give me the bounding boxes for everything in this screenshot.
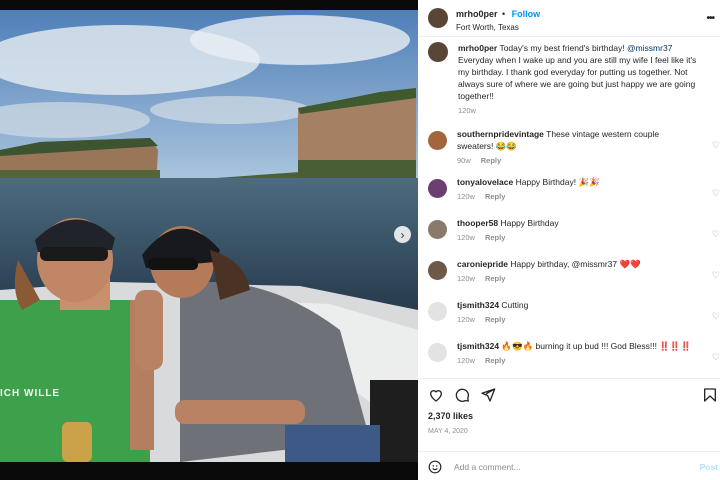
heart-icon[interactable]: ♡: [712, 188, 720, 199]
avatar[interactable]: [428, 8, 448, 28]
comment-time: 120w: [457, 192, 475, 201]
avatar[interactable]: [428, 42, 448, 62]
caption-body: mrho0per Today's my best friend's birthd…: [458, 42, 708, 117]
reply-button[interactable]: Reply: [485, 233, 505, 242]
comment-time: 120w: [457, 274, 475, 283]
caption-text: Today's my best friend's birthday!: [499, 43, 625, 53]
post-photo[interactable]: ICH WILLE ›: [0, 0, 418, 480]
avatar[interactable]: [428, 179, 447, 198]
share-icon[interactable]: [480, 387, 496, 403]
avatar[interactable]: [428, 131, 447, 150]
header-separator: •: [501, 9, 506, 20]
post-caption: mrho0per Today's my best friend's birthd…: [428, 42, 712, 117]
heart-icon[interactable]: ♡: [712, 229, 720, 240]
post-header: mrho0per • Follow Fort Worth, Texas •••: [418, 0, 720, 37]
comment-username[interactable]: tjsmith324: [457, 341, 499, 351]
smiley-icon[interactable]: [428, 460, 442, 474]
caption-username[interactable]: mrho0per: [458, 43, 497, 53]
post-actions: 2,370 likes MAY 4, 2020 Post: [418, 378, 720, 480]
comment-emoji: ‼️‼️‼️: [659, 341, 692, 351]
comment-username[interactable]: tonyalovelace: [457, 177, 513, 187]
comment-text: Happy Birthday: [500, 218, 559, 228]
photo-image: [0, 0, 418, 480]
avatar[interactable]: [428, 343, 447, 362]
reply-button[interactable]: Reply: [485, 192, 505, 201]
heart-icon[interactable]: ♡: [712, 311, 720, 322]
header-text: mrho0per • Follow Fort Worth, Texas: [456, 4, 540, 32]
action-icons: [428, 387, 496, 403]
comment-text: Cutting: [501, 300, 529, 310]
comment-emoji: 🎉🎉: [578, 177, 600, 187]
likes-count[interactable]: 2,370 likes: [428, 411, 473, 421]
comment-emoji: ❤️❤️: [619, 259, 641, 269]
comment-username[interactable]: tjsmith324: [457, 300, 499, 310]
comment-username[interactable]: caroniepride: [457, 259, 508, 269]
reply-button[interactable]: Reply: [485, 315, 505, 324]
reply-button[interactable]: Reply: [481, 156, 501, 165]
comment-time: 120w: [457, 356, 475, 365]
header-username[interactable]: mrho0per: [456, 9, 498, 19]
comment-list: southernpridevintage These vintage weste…: [428, 128, 720, 381]
heart-icon[interactable]: ♡: [712, 140, 720, 151]
list-item: thooper58 Happy Birthday 120w Reply ♡: [428, 217, 720, 258]
list-item: tjsmith324 Cutting 120w Reply ♡: [428, 299, 720, 340]
more-horizontal-icon[interactable]: •••: [706, 13, 714, 24]
caption-mention[interactable]: @missmr37: [627, 43, 672, 53]
heart-icon[interactable]: ♡: [712, 352, 720, 363]
avatar[interactable]: [428, 220, 447, 239]
comment-time: 120w: [457, 233, 475, 242]
list-item: tonyalovelace Happy Birthday! 🎉🎉 120w Rep…: [428, 176, 720, 217]
heart-icon[interactable]: [428, 387, 444, 403]
comment-icon[interactable]: [454, 387, 470, 403]
comment-username[interactable]: southernpridevintage: [457, 129, 544, 139]
post-date: MAY 4, 2020: [428, 428, 468, 435]
reply-button[interactable]: Reply: [485, 356, 505, 365]
header-location[interactable]: Fort Worth, Texas: [456, 23, 540, 32]
comment-time: 90w: [457, 156, 471, 165]
post-button[interactable]: Post: [700, 462, 718, 472]
heart-icon[interactable]: ♡: [712, 270, 720, 281]
post-side-panel: mrho0per • Follow Fort Worth, Texas ••• …: [418, 0, 720, 480]
comment-text: Happy birthday, @missmr37: [510, 259, 618, 269]
comment-emoji: 😂😂: [495, 141, 517, 151]
list-item: tjsmith324 🔥😎🔥 burning it up bud !!! God…: [428, 340, 720, 381]
add-comment-bar: Post: [418, 451, 720, 480]
comment-text: Happy Birthday!: [515, 177, 577, 187]
comment-time: 120w: [457, 315, 475, 324]
caption-time: 120w: [458, 106, 476, 115]
avatar[interactable]: [428, 302, 447, 321]
bookmark-icon[interactable]: [702, 387, 718, 403]
list-item: southernpridevintage These vintage weste…: [428, 128, 720, 176]
avatar[interactable]: [428, 261, 447, 280]
list-item: caroniepride Happy birthday, @missmr37 ❤…: [428, 258, 720, 299]
caption-text-2: Everyday when I wake up and you are stil…: [458, 55, 697, 101]
follow-button[interactable]: Follow: [512, 9, 541, 19]
comment-text: 🔥😎🔥 burning it up bud !!! God Bless!!!: [501, 341, 657, 351]
comment-input[interactable]: [452, 461, 676, 473]
shirt-text: ICH WILLE: [0, 388, 61, 399]
next-arrow-icon[interactable]: ›: [394, 226, 411, 243]
reply-button[interactable]: Reply: [485, 274, 505, 283]
comment-username[interactable]: thooper58: [457, 218, 498, 228]
